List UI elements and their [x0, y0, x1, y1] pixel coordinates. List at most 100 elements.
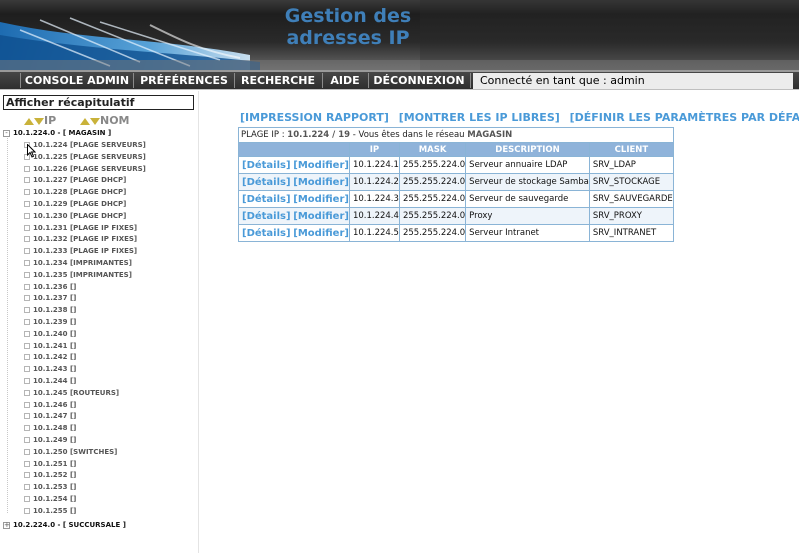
tree-leaf-icon [24, 307, 30, 314]
cell-client: SRV_INTRANET [588, 224, 675, 242]
tree-item[interactable]: 10.1.236 [] [24, 282, 76, 293]
menu-deconnexion[interactable]: DÉCONNEXION [370, 73, 468, 89]
cell-mask: 255.255.224.0 [398, 207, 467, 225]
tree-item-label: 10.1.225 [PLAGE SERVEURS] [33, 152, 146, 161]
tree-leaf-icon [24, 472, 30, 479]
tree-item[interactable]: 10.1.234 [IMPRIMANTES] [24, 258, 132, 269]
tree-item[interactable]: 10.1.242 [] [24, 352, 76, 363]
row-actions-cell: [Détails] [Modifier] [238, 224, 350, 242]
tree-item[interactable]: 10.1.237 [] [24, 293, 76, 304]
tree-item-label: 10.1.226 [PLAGE SERVEURS] [33, 164, 146, 173]
print-report-link[interactable]: [IMPRESSION RAPPORT] [240, 111, 389, 124]
tree-leaf-icon [24, 460, 30, 467]
sort-by-name-button[interactable]: NOM [80, 114, 130, 128]
tree-item[interactable]: 10.1.232 [PLAGE IP FIXES] [24, 234, 137, 245]
tree-item-label: 10.1.252 [] [33, 471, 77, 480]
menu-aide[interactable]: AIDE [324, 73, 366, 89]
set-defaults-link[interactable]: [DÉFINIR LES PARAMÈTRES PAR DÉFAUT] [570, 111, 799, 124]
row-actions-cell: [Détails] [Modifier] [238, 190, 350, 208]
tree-item[interactable]: 10.1.253 [] [24, 482, 76, 493]
tree-leaf-icon [24, 271, 30, 278]
details-link[interactable]: [Détails] [242, 177, 291, 188]
details-link[interactable]: [Détails] [242, 211, 291, 222]
sort-by-ip-button[interactable]: IP [24, 114, 56, 128]
tree-item[interactable]: 10.1.241 [] [24, 341, 76, 352]
cell-mask: 255.255.224.0 [398, 190, 467, 208]
tree-item-label: 10.1.227 [PLAGE DHCP] [33, 176, 127, 185]
tree-item[interactable]: 10.1.252 [] [24, 470, 76, 481]
tree-root-magasin[interactable]: -10.1.224.0 - [ MAGASIN ] [3, 128, 111, 139]
tree-item[interactable]: 10.1.238 [] [24, 305, 76, 316]
menu-preferences[interactable]: PRÉFÉRENCES [135, 73, 233, 89]
tree-item[interactable]: 10.1.246 [] [24, 400, 76, 411]
tree-item[interactable]: 10.1.229 [PLAGE DHCP] [24, 199, 126, 210]
connected-user-label: Connecté en tant que : admin [473, 73, 793, 89]
tree-item[interactable]: 10.1.251 [] [24, 459, 76, 470]
collapse-icon[interactable]: - [3, 129, 10, 137]
tree-item[interactable]: 10.1.239 [] [24, 317, 76, 328]
tree-item[interactable]: 10.1.240 [] [24, 329, 76, 340]
header-banner: Gestion des adresses IP [0, 0, 799, 70]
tree-item[interactable]: 10.1.245 [ROUTEURS] [24, 388, 119, 399]
tree-item-label: 10.1.224 [PLAGE SERVEURS] [33, 141, 146, 149]
tree-item[interactable]: 10.1.231 [PLAGE IP FIXES] [24, 223, 137, 234]
tree-item-label: 10.1.236 [] [33, 282, 77, 291]
tree-item[interactable]: 10.1.248 [] [24, 423, 76, 434]
tree-root-succursale[interactable]: +10.2.224.0 - [ SUCCURSALE ] [3, 520, 126, 531]
table-row: [Détails] [Modifier] 10.1.224.1 255.255.22… [238, 156, 675, 174]
tree-item[interactable]: 10.1.254 [] [24, 494, 76, 505]
modify-link[interactable]: [Modifier] [293, 194, 349, 205]
tree-leaf-icon [24, 189, 30, 196]
tree-leaf-icon [24, 496, 30, 502]
tree-item[interactable]: 10.1.226 [PLAGE SERVEURS] [24, 164, 146, 175]
tree-leaf-icon [24, 319, 30, 325]
tree-leaf-icon [24, 366, 30, 373]
table-body: [Détails] [Modifier] 10.1.224.1 255.255.22… [238, 156, 675, 242]
tree-item[interactable]: 10.1.249 [] [24, 435, 76, 446]
tree-item-label: 10.1.243 [] [33, 365, 77, 374]
cell-description: Serveur de stockage Samba [465, 173, 590, 191]
row-actions-cell: [Détails] [Modifier] [238, 173, 350, 191]
details-link[interactable]: [Détails] [242, 194, 291, 205]
tree-item-label: 10.1.247 [] [33, 412, 77, 421]
tree-item[interactable]: 10.1.255 [] [24, 506, 76, 517]
modify-link[interactable]: [Modifier] [293, 211, 349, 222]
tree-leaf-icon [24, 425, 30, 432]
tree-item[interactable]: 10.1.235 [IMPRIMANTES] [24, 270, 132, 281]
tree-item-label: 10.1.239 [] [33, 318, 77, 326]
tree-item[interactable]: 10.1.224 [PLAGE SERVEURS] [24, 140, 146, 151]
tree-item[interactable]: 10.1.227 [PLAGE DHCP] [24, 175, 126, 186]
expand-icon[interactable]: + [3, 521, 10, 529]
tree-leaf-icon [24, 177, 30, 184]
details-link[interactable]: [Détails] [242, 228, 291, 239]
tree-item[interactable]: 10.1.243 [] [24, 364, 76, 375]
menu-console-admin[interactable]: CONSOLE ADMIN [22, 73, 132, 89]
summary-toggle-button[interactable]: Afficher récapitulatif [3, 95, 194, 110]
cell-description: Serveur Intranet [465, 224, 590, 242]
menu-recherche[interactable]: RECHERCHE [236, 73, 320, 89]
tree-item-label: 10.1.254 [] [33, 495, 77, 503]
tree-item-label: 10.1.250 [SWITCHES] [33, 447, 118, 456]
ip-address-table: PLAGE IP : 10.1.224 / 19 - Vous êtes dan… [238, 127, 675, 242]
modify-link[interactable]: [Modifier] [293, 160, 349, 171]
tree-item[interactable]: 10.1.244 [] [24, 376, 76, 387]
show-free-ips-link[interactable]: [MONTRER LES IP LIBRES] [399, 111, 560, 124]
tree-leaf-icon [24, 389, 30, 396]
modify-link[interactable]: [Modifier] [293, 177, 349, 188]
tree-item[interactable]: 10.1.230 [PLAGE DHCP] [24, 211, 126, 222]
tree-item[interactable]: 10.1.250 [SWITCHES] [24, 447, 117, 458]
plage-info: PLAGE IP : 10.1.224 / 19 - Vous êtes dan… [238, 127, 674, 143]
tree-item[interactable]: 10.1.225 [PLAGE SERVEURS] [24, 152, 146, 163]
modify-link[interactable]: [Modifier] [293, 228, 349, 239]
tree-item-label: 10.1.240 [] [33, 329, 77, 338]
tree-item[interactable]: 10.1.247 [] [24, 411, 76, 422]
details-link[interactable]: [Détails] [242, 160, 291, 171]
tree-item[interactable]: 10.1.228 [PLAGE DHCP] [24, 187, 126, 198]
tree-leaf-icon [24, 236, 30, 243]
plage-network: MAGASIN [467, 130, 513, 140]
tree-item-label: 10.1.230 [PLAGE DHCP] [33, 211, 127, 220]
tree-item-label: 10.1.251 [] [33, 459, 77, 468]
tree-item[interactable]: 10.1.233 [PLAGE IP FIXES] [24, 246, 137, 257]
cell-ip: 10.1.224.3 [348, 190, 400, 208]
menu-divider [322, 73, 323, 88]
